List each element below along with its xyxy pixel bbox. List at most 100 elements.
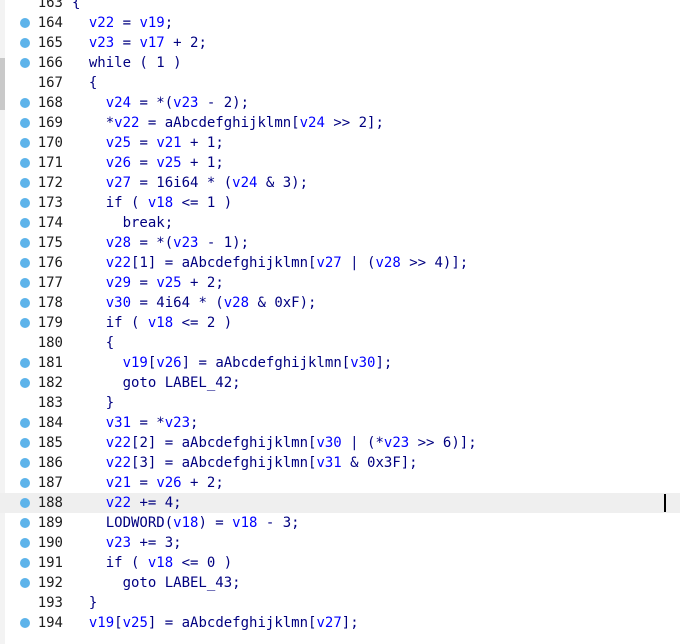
code-line[interactable]: 163 {	[0, 0, 680, 13]
code-line[interactable]: 174 break;	[0, 213, 680, 233]
breakpoint-dot-icon[interactable]	[20, 358, 30, 368]
breakpoint-dot-icon[interactable]	[20, 238, 30, 248]
breakpoint-dot-icon[interactable]	[20, 378, 30, 388]
code-line[interactable]: 169 *v22 = aAbcdefghijklmn[v24 >> 2];	[0, 113, 680, 133]
breakpoint-dot-icon[interactable]	[20, 518, 30, 528]
code-line[interactable]: 173 if ( v18 <= 1 )	[0, 193, 680, 213]
breakpoint-dot-icon[interactable]	[20, 538, 30, 548]
breakpoint-dot-icon[interactable]	[20, 98, 30, 108]
variable-token: v27	[105, 175, 132, 191]
code-token: if (	[72, 195, 148, 211]
code-line[interactable]: 177 v29 = v25 + 2;	[0, 273, 680, 293]
code-line[interactable]: 189 LODWORD(v18) = v18 - 3;	[0, 513, 680, 533]
code-line[interactable]: 180 {	[0, 333, 680, 353]
code-line[interactable]: 176 v22[1] = aAbcdefghijklmn[v27 | (v28 …	[0, 253, 680, 273]
code-line[interactable]: 188 v22 += 4;	[0, 493, 680, 513]
variable-token: v29	[105, 275, 132, 291]
breakpoint-dot-icon[interactable]	[20, 198, 30, 208]
breakpoint-dot-icon[interactable]	[20, 318, 30, 328]
code-line[interactable]: 178 v30 = 4i64 * (v28 & 0xF);	[0, 293, 680, 313]
code-line[interactable]: 164 v22 = v19;	[0, 13, 680, 33]
code-token: {	[72, 335, 115, 351]
code-line[interactable]: 183 }	[0, 393, 680, 413]
code-token: | (	[341, 255, 376, 271]
breakpoint-dot-icon[interactable]	[20, 18, 30, 28]
code-line[interactable]: 194 v19[v25] = aAbcdefghijklmn[v27];	[0, 613, 680, 633]
code-line[interactable]: 170 v25 = v21 + 1;	[0, 133, 680, 153]
variable-token: v31	[316, 455, 342, 471]
code-line[interactable]: 184 v31 = *v23;	[0, 413, 680, 433]
line-number: 170	[37, 135, 63, 151]
variable-token: v28	[223, 295, 250, 311]
code-text: v30 = 4i64 * (v28 & 0xF);	[72, 293, 317, 313]
code-line[interactable]: 193 }	[0, 593, 680, 613]
code-line[interactable]: 172 v27 = 16i64 * (v24 & 3);	[0, 173, 680, 193]
code-token: ];	[341, 615, 359, 631]
breakpoint-dot-icon[interactable]	[20, 458, 30, 468]
code-text: v29 = v25 + 2;	[72, 273, 224, 293]
code-token: goto LABEL_43;	[72, 575, 241, 591]
variable-token: v17	[139, 35, 165, 51]
variable-token: v27	[316, 615, 342, 631]
code-line[interactable]: 186 v22[3] = aAbcdefghijklmn[v31 & 0x3F]…	[0, 453, 680, 473]
breakpoint-dot-icon[interactable]	[20, 118, 30, 128]
code-token: + 2;	[181, 275, 224, 291]
code-line[interactable]: 190 v23 += 3;	[0, 533, 680, 553]
breakpoint-dot-icon[interactable]	[20, 158, 30, 168]
code-line[interactable]: 171 v26 = v25 + 1;	[0, 153, 680, 173]
code-line[interactable]: 175 v28 = *(v23 - 1);	[0, 233, 680, 253]
code-token: | (*	[341, 435, 384, 451]
code-text: v22[3] = aAbcdefghijklmn[v31 & 0x3F];	[72, 453, 418, 473]
breakpoint-dot-icon[interactable]	[20, 498, 30, 508]
line-number: 188	[37, 495, 63, 511]
variable-token: v31	[105, 415, 132, 431]
code-line[interactable]: 166 while ( 1 )	[0, 53, 680, 73]
variable-token: v23	[164, 415, 191, 431]
pseudocode-view[interactable]: 163{164 v22 = v19; 165 v23 = v17 + 2; 166 …	[0, 0, 680, 644]
breakpoint-dot-icon[interactable]	[20, 218, 30, 228]
code-token: *	[72, 115, 115, 131]
variable-token: v24	[105, 95, 132, 111]
code-line[interactable]: 192 goto LABEL_43;	[0, 573, 680, 593]
line-number: 181	[37, 355, 63, 371]
breakpoint-dot-icon[interactable]	[20, 38, 30, 48]
code-line[interactable]: 182 goto LABEL_42;	[0, 373, 680, 393]
code-line[interactable]: 185 v22[2] = aAbcdefghijklmn[v30 | (*v23…	[0, 433, 680, 453]
code-line[interactable]: 167 {	[0, 73, 680, 93]
code-token: = aAbcdefghijklmn[	[139, 115, 300, 131]
code-line[interactable]: 181 v19[v26] = aAbcdefghijklmn[v30];	[0, 353, 680, 373]
breakpoint-dot-icon[interactable]	[20, 278, 30, 288]
code-line[interactable]: 187 v21 = v26 + 2;	[0, 473, 680, 493]
breakpoint-dot-icon[interactable]	[20, 418, 30, 428]
line-number: 189	[37, 515, 63, 531]
code-line[interactable]: 179 if ( v18 <= 2 )	[0, 313, 680, 333]
breakpoint-dot-icon[interactable]	[20, 298, 30, 308]
variable-token: v25	[122, 615, 148, 631]
breakpoint-dot-icon[interactable]	[20, 438, 30, 448]
code-line[interactable]: 191 if ( v18 <= 0 )	[0, 553, 680, 573]
code-token: - 3;	[257, 515, 300, 531]
code-text: v22 = v19;	[72, 13, 173, 33]
code-text: v22[1] = aAbcdefghijklmn[v27 | (v28 >> 4…	[72, 253, 468, 273]
breakpoint-dot-icon[interactable]	[20, 618, 30, 628]
breakpoint-dot-icon[interactable]	[20, 258, 30, 268]
code-line[interactable]: 165 v23 = v17 + 2;	[0, 33, 680, 53]
breakpoint-dot-icon[interactable]	[20, 478, 30, 488]
breakpoint-dot-icon[interactable]	[20, 558, 30, 568]
code-line[interactable]: 168 v24 = *(v23 - 2);	[0, 93, 680, 113]
variable-token: v18	[173, 515, 199, 531]
breakpoint-dot-icon[interactable]	[20, 138, 30, 148]
variable-token: v21	[156, 135, 182, 151]
code-text: {	[72, 73, 97, 93]
breakpoint-dot-icon[interactable]	[20, 178, 30, 188]
breakpoint-dot-icon[interactable]	[20, 578, 30, 588]
variable-token: v25	[156, 275, 182, 291]
variable-token: v24	[299, 115, 325, 131]
breakpoint-dot-icon[interactable]	[20, 58, 30, 68]
code-text: v22 += 4;	[72, 493, 182, 513]
code-lines: 163{164 v22 = v19; 165 v23 = v17 + 2; 166 …	[0, 0, 680, 633]
